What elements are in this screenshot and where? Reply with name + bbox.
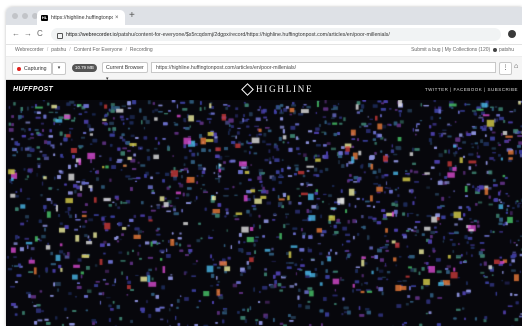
breadcrumb: Webrecorder / patshu / Content For Everyone /… (15, 47, 153, 53)
highline-wordmark: HIGHLINE (256, 84, 314, 94)
new-tab-button[interactable]: + (129, 10, 135, 22)
capturing-button[interactable]: Capturing (12, 62, 52, 75)
minimize-window-button[interactable] (22, 13, 28, 19)
reload-icon[interactable]: C (37, 28, 43, 40)
social-links[interactable]: TWITTER | FACEBOOK | SUBSCRIBE (425, 87, 518, 92)
site-header: HUFFPOST HIGHLINE TWITTER | FACEBOOK | S… (6, 80, 522, 100)
webrecorder-nav: Webrecorder / patshu / Content For Everyone /… (6, 45, 522, 57)
close-window-button[interactable] (12, 13, 18, 19)
profile-avatar-icon[interactable] (508, 30, 516, 38)
username[interactable]: patshu (499, 47, 514, 53)
user-icon (492, 47, 497, 52)
capture-url-input[interactable]: https://highline.huffingtonpost.com/arti… (151, 62, 496, 73)
forward-arrow-icon[interactable]: → (24, 28, 32, 40)
huffpost-logo[interactable]: HUFFPOST (13, 86, 53, 93)
hero-mosaic-image (6, 100, 522, 326)
address-row: ← → C https://webrecorder.io/patshu/cont… (6, 25, 522, 45)
browser-select[interactable]: Current Browser ▾ (102, 62, 148, 82)
tab-title: https://highline.huffingtonpo (51, 14, 113, 21)
size-badge: 10.79 MB (72, 64, 97, 72)
browser-titlebar: HL https://highline.huffingtonpo × + (6, 7, 522, 25)
highline-logo[interactable]: HIGHLINE (241, 82, 314, 96)
capture-dropdown-button[interactable]: ▾ (52, 62, 66, 75)
crumb-user[interactable]: patshu (51, 47, 66, 53)
tab-close-icon[interactable]: × (115, 15, 119, 21)
lock-icon (57, 32, 63, 39)
window-controls (12, 13, 38, 19)
bug-and-collections-link[interactable]: Submit a bug | My Collections (120) (411, 47, 490, 53)
crumb-collection[interactable]: Content For Everyone (74, 47, 123, 53)
home-icon[interactable]: ⌂ (514, 63, 518, 70)
highline-mark-icon (241, 82, 254, 96)
capturing-label: Capturing (24, 65, 47, 72)
address-bar[interactable]: https://webrecorder.io/patshu/content-fo… (51, 28, 501, 41)
capture-toolbar: Capturing ▾ 10.79 MB Current Browser ▾ h… (6, 57, 522, 82)
webpage-content: HUFFPOST HIGHLINE TWITTER | FACEBOOK | S… (6, 80, 522, 326)
crumb-recording[interactable]: Recording (130, 47, 153, 53)
browser-tab[interactable]: HL https://highline.huffingtonpo × (37, 10, 125, 25)
back-arrow-icon[interactable]: ← (12, 28, 20, 40)
record-dot-icon (17, 66, 21, 71)
tab-favicon-icon: HL (41, 14, 48, 21)
more-menu-icon[interactable]: ⋮ (499, 62, 512, 75)
address-url[interactable]: https://webrecorder.io/patshu/content-fo… (66, 32, 496, 38)
crumb-webrecorder[interactable]: Webrecorder (15, 47, 44, 53)
webrecorder-user-menu: Submit a bug | My Collections (120) pats… (411, 47, 514, 53)
browser-window: HL https://highline.huffingtonpo × + ← →… (6, 7, 522, 326)
